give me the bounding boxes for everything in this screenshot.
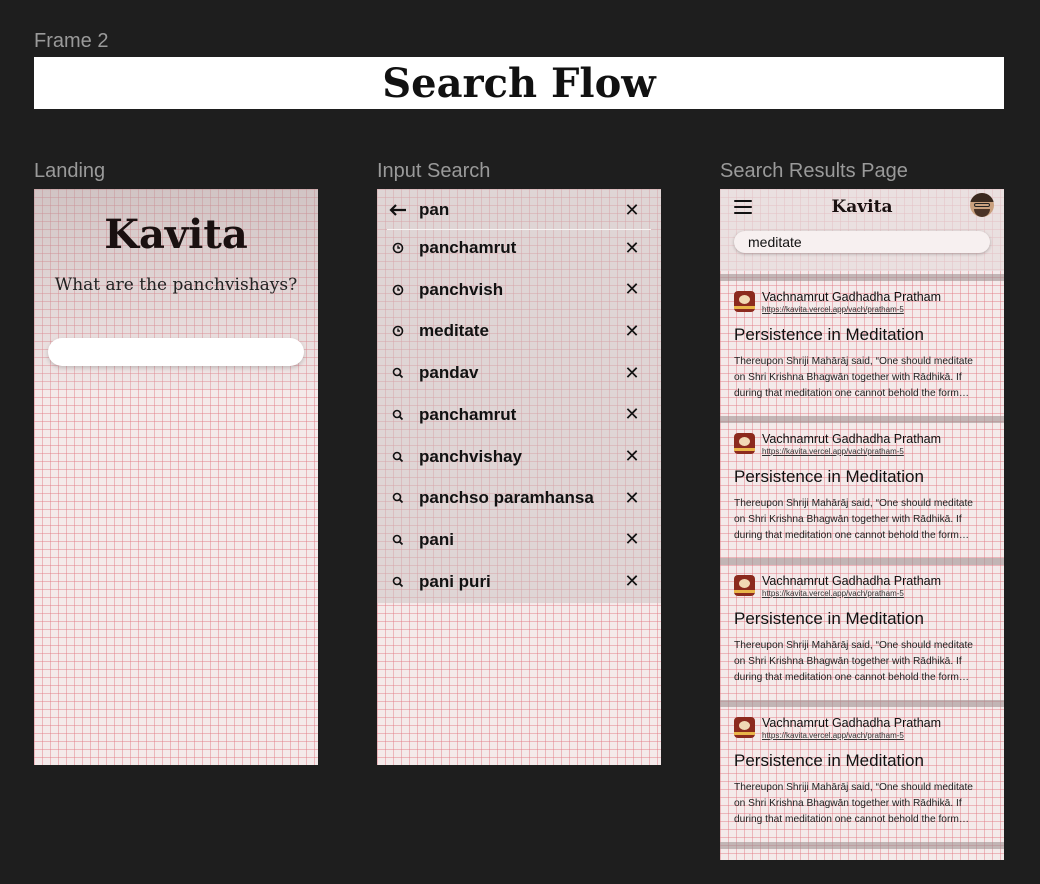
source-logo-icon (734, 575, 755, 596)
result-snippet: Thereupon Shriji Mahārāj said, “One shou… (734, 638, 992, 686)
suggestion-text: panchamrut (419, 238, 517, 257)
results-separator (720, 416, 1004, 423)
snippet-line: during that meditation one cannot behold… (734, 388, 970, 399)
suggestion-item[interactable]: pani ✕ (377, 525, 661, 555)
suggestion-text: panchso paramhansa (419, 488, 594, 508)
remove-suggestion-icon[interactable]: ✕ (617, 321, 647, 342)
suggestion-item[interactable]: panchamrut ✕ (377, 233, 661, 263)
snippet-line: during that meditation one cannot behold… (734, 814, 970, 825)
result-url[interactable]: https://kavita.vercel.app/vach/pratham-5 (762, 731, 904, 740)
result-snippet: Thereupon Shriji Mahārāj said, “One shou… (734, 780, 992, 828)
result-headline[interactable]: Persistence in Meditation (734, 609, 924, 629)
source-logo-icon (734, 291, 755, 312)
result-url[interactable]: https://kavita.vercel.app/vach/pratham-5 (762, 305, 904, 314)
search-icon (377, 534, 419, 546)
result-source: Vachnamrut Gadhadha Pratham (762, 716, 942, 730)
result-card[interactable]: Vachnamrut Gadhadha Pratham https://kavit… (720, 281, 1004, 411)
frame-label: Frame 2 (34, 30, 109, 52)
input-search-screen: pan ✕ panchamrut ✕ panchvish ✕ meditate ✕ pand… (377, 189, 661, 765)
suggestion-text: pandav (419, 363, 479, 383)
snippet-line: during that meditation one cannot behold… (734, 530, 970, 541)
landing-label: Landing (34, 160, 106, 182)
clock-icon (377, 325, 419, 337)
snippet-line: on Shri Krishna Bhagwān together with Rā… (734, 656, 962, 667)
result-snippet: Thereupon Shriji Mahārāj said, “One shou… (734, 354, 992, 402)
results-separator (720, 700, 1004, 707)
source-logo-icon (734, 717, 755, 738)
result-snippet: Thereupon Shriji Mahārāj said, “One shou… (734, 496, 992, 544)
remove-suggestion-icon[interactable]: ✕ (617, 446, 647, 467)
search-icon (377, 576, 419, 588)
query-divider (387, 229, 651, 230)
results-separator (720, 558, 1004, 565)
search-input[interactable] (48, 338, 304, 366)
result-headline[interactable]: Persistence in Meditation (734, 751, 924, 771)
brand-logo: Kavita (104, 211, 248, 258)
back-arrow-icon[interactable] (377, 204, 419, 216)
search-icon (377, 367, 419, 379)
search-icon (377, 451, 419, 463)
snippet-line: on Shri Krishna Bhagwān together with Rā… (734, 372, 962, 383)
snippet-line: Thereupon Shriji Mahārāj said, “One shou… (734, 356, 973, 367)
remove-suggestion-icon[interactable]: ✕ (617, 488, 647, 509)
result-source: Vachnamrut Gadhadha Pratham (762, 432, 942, 446)
landing-screen: Kavita What are the panchvishays? (34, 189, 318, 765)
remove-suggestion-icon[interactable]: ✕ (617, 238, 647, 259)
suggestion-item[interactable]: panchvish ✕ (377, 275, 661, 305)
clear-search-icon[interactable]: ✕ (617, 200, 647, 221)
flow-title: Search Flow (382, 59, 656, 107)
suggestion-item[interactable]: meditate ✕ (377, 316, 661, 346)
suggestion-text: panchvishay (419, 446, 522, 466)
brand-logo: Kavita (831, 197, 893, 217)
results-screen: Kavita meditate Vachnamrut Gadhadha Prat… (720, 189, 1004, 860)
search-icon (377, 409, 419, 421)
suggestion-text: panchvish (419, 279, 504, 299)
snippet-line: Thereupon Shriji Mahārāj said, “One shou… (734, 498, 973, 509)
suggestion-text: panchamrut (419, 404, 517, 424)
result-headline[interactable]: Persistence in Meditation (734, 325, 924, 345)
results-separator (720, 274, 1004, 281)
remove-suggestion-icon[interactable]: ✕ (617, 529, 647, 550)
suggestion-item[interactable]: pandav ✕ (377, 358, 661, 388)
search-icon (377, 492, 419, 504)
result-source: Vachnamrut Gadhadha Pratham (762, 574, 942, 588)
result-card[interactable]: Vachnamrut Gadhadha Pratham https://kavit… (720, 565, 1004, 695)
suggestion-text: pani puri (419, 571, 491, 591)
result-url[interactable]: https://kavita.vercel.app/vach/pratham-5 (762, 447, 904, 456)
result-headline[interactable]: Persistence in Meditation (734, 467, 924, 487)
search-input[interactable]: pan (419, 200, 617, 220)
results-separator (720, 842, 1004, 849)
prompt-question: What are the panchvishays? (54, 275, 298, 295)
remove-suggestion-icon[interactable]: ✕ (617, 279, 647, 300)
source-logo-icon (734, 433, 755, 454)
suggestion-item[interactable]: panchamrut ✕ (377, 400, 661, 430)
results-search-input[interactable]: meditate (734, 231, 990, 253)
remove-suggestion-icon[interactable]: ✕ (617, 404, 647, 425)
clock-icon (377, 242, 419, 254)
snippet-line: Thereupon Shriji Mahārāj said, “One shou… (734, 640, 973, 651)
suggestion-item[interactable]: panchvishay ✕ (377, 442, 661, 472)
result-source: Vachnamrut Gadhadha Pratham (762, 290, 942, 304)
result-card[interactable]: Vachnamrut Gadhadha Pratham https://kavit… (720, 423, 1004, 553)
clock-icon (377, 284, 419, 296)
suggestion-item[interactable]: panchso paramhansa ✕ (377, 483, 661, 513)
snippet-line: Thereupon Shriji Mahārāj said, “One shou… (734, 782, 973, 793)
suggestion-text: pani (419, 529, 454, 549)
suggestion-text: meditate (419, 321, 489, 341)
result-card[interactable]: Vachnamrut Gadhadha Pratham https://kavit… (720, 707, 1004, 837)
search-query-row: pan ✕ (377, 195, 661, 225)
flow-title-bar: Search Flow (34, 57, 1004, 109)
snippet-line: during that meditation one cannot behold… (734, 672, 970, 683)
snippet-line: on Shri Krishna Bhagwān together with Rā… (734, 798, 962, 809)
snippet-line: on Shri Krishna Bhagwān together with Rā… (734, 514, 962, 525)
results-label: Search Results Page (720, 160, 908, 182)
remove-suggestion-icon[interactable]: ✕ (617, 571, 647, 592)
remove-suggestion-icon[interactable]: ✕ (617, 363, 647, 384)
avatar[interactable] (970, 193, 994, 217)
result-url[interactable]: https://kavita.vercel.app/vach/pratham-5 (762, 589, 904, 598)
suggestion-item[interactable]: pani puri ✕ (377, 567, 661, 597)
input-search-label: Input Search (377, 160, 491, 182)
